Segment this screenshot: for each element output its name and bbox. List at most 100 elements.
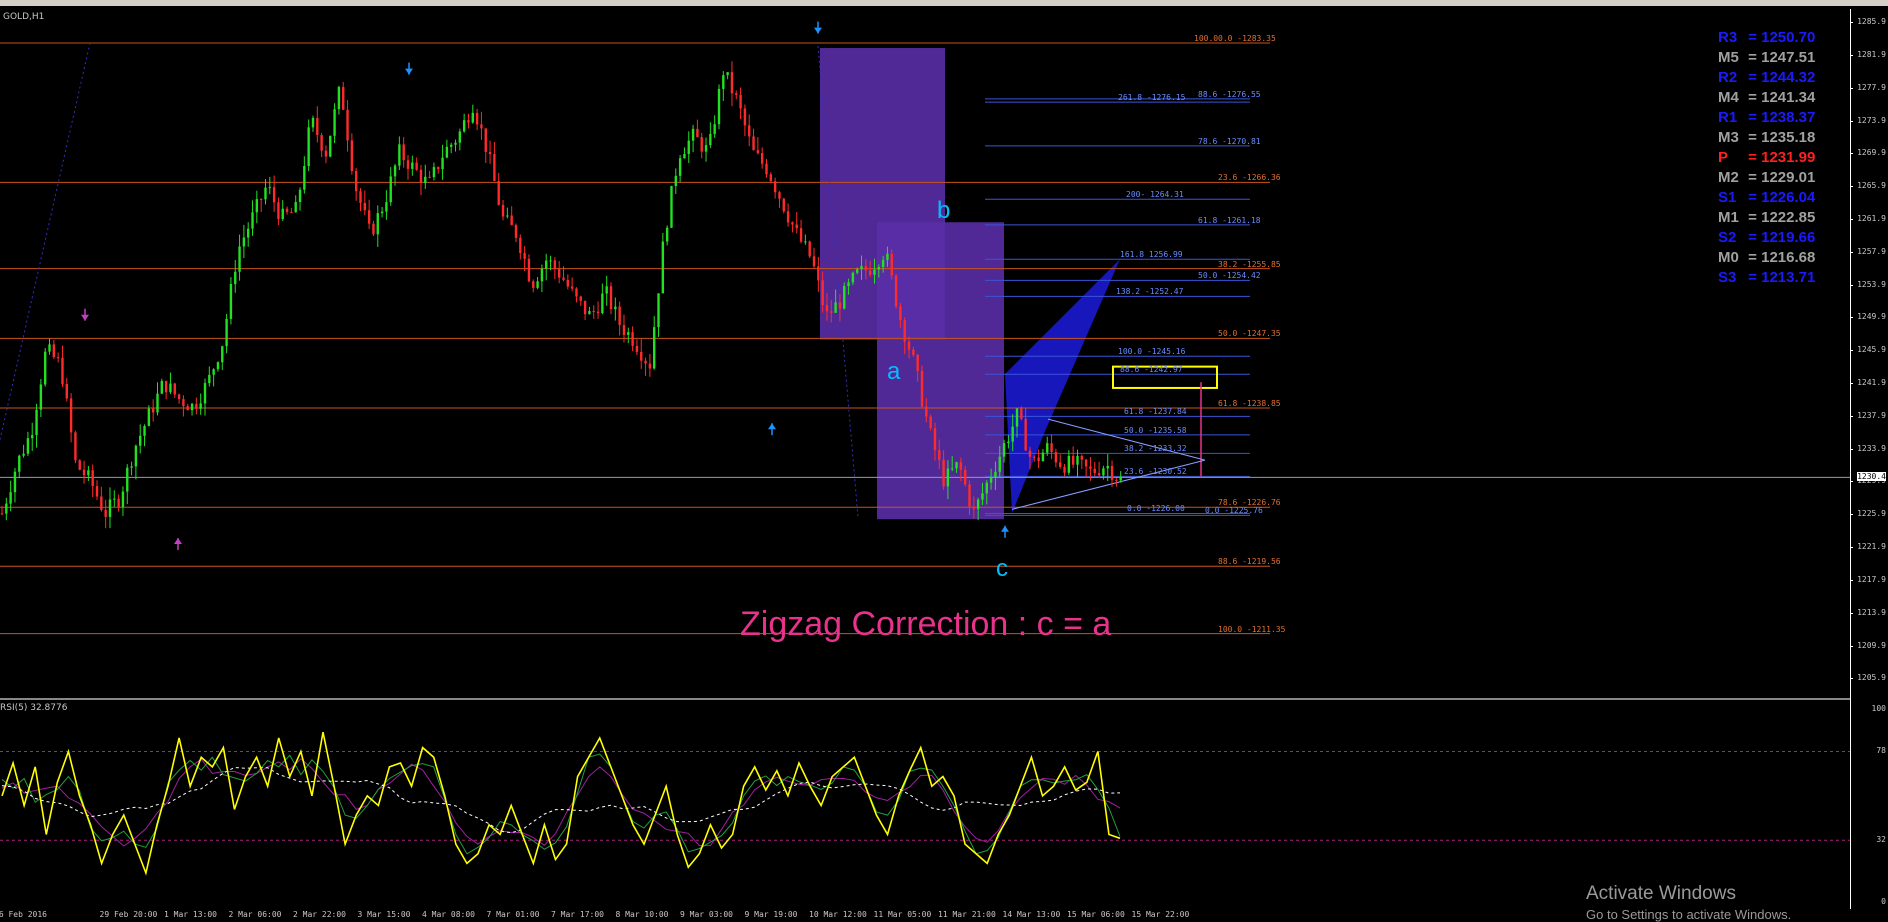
candle-body (246, 228, 250, 238)
price-tick-mark (1850, 350, 1853, 352)
rsi-label: RSI(5) 32.8776 (0, 703, 68, 713)
candle-body (354, 171, 358, 192)
pivot-level-name: M2 (1718, 169, 1739, 186)
candle-body (229, 284, 233, 319)
candle-body (989, 477, 993, 483)
candle-body (791, 222, 794, 225)
candle-body (320, 135, 323, 151)
candle-body (31, 435, 34, 439)
candle-body (1020, 408, 1023, 419)
price-tick-mark (1850, 383, 1853, 385)
candle-body (100, 496, 103, 510)
candle-body (605, 286, 608, 294)
rsi-tick-label: 78 (1876, 746, 1886, 756)
candle-body (0, 513, 4, 515)
candle-body (579, 296, 582, 301)
candle-body (739, 94, 742, 109)
candle-body (972, 506, 976, 509)
candle-body (601, 293, 604, 314)
pivot-equals: = (1744, 109, 1762, 126)
candle-body (1076, 455, 1079, 465)
candle-body (920, 370, 924, 407)
pivot-equals: = (1744, 169, 1762, 186)
candle-body (704, 145, 708, 152)
candle-body (311, 117, 315, 128)
candle-body (683, 153, 686, 159)
candle-body (907, 341, 911, 350)
candle-body (765, 163, 768, 175)
candle-body (817, 266, 820, 281)
price-tick-label: 1269.9 (1857, 148, 1886, 158)
fib-level-label: 50.0 -1254.42 (1198, 271, 1261, 281)
time-tick-label: 11 Mar 21:00 (938, 910, 996, 919)
candle-body (799, 228, 803, 242)
candle-body (497, 180, 500, 205)
candle-body (104, 509, 107, 517)
candle-body (1002, 443, 1006, 457)
fib-level-label: 23.6 -1230.52 (1124, 467, 1187, 477)
candle-body (1007, 441, 1010, 444)
candle-body (454, 142, 457, 145)
pivot-level-row: S3 = 1213.71 (1718, 268, 1828, 288)
candle-body (778, 192, 781, 199)
candle-body (873, 269, 876, 275)
candle-body (536, 281, 539, 288)
pivot-level-name: M0 (1718, 249, 1739, 266)
candle-body (1041, 452, 1045, 462)
candle-body (56, 357, 60, 359)
candle-body (411, 162, 414, 169)
candle-body (592, 311, 595, 313)
time-tick-label: 1 Mar 13:00 (164, 910, 217, 919)
candle-body (912, 349, 915, 355)
candle-body (678, 158, 682, 176)
candle-body (985, 482, 988, 494)
candle-body (929, 416, 932, 429)
candle-body (1110, 465, 1114, 480)
candle-body (1054, 452, 1058, 463)
candle-body (87, 470, 90, 476)
pivot-equals: = (1744, 269, 1762, 286)
candle-body (18, 455, 21, 472)
candle-body (588, 311, 591, 315)
candle-body (752, 136, 755, 151)
candle-body (1024, 418, 1027, 451)
price-tick-label: 1273.9 (1857, 115, 1886, 125)
candle-body (570, 286, 574, 289)
candle-body (221, 346, 224, 363)
candle-body (1119, 477, 1122, 481)
candle-body (925, 406, 928, 417)
price-tick-label: 1257.9 (1857, 246, 1886, 256)
price-tick-mark (1850, 120, 1853, 122)
pivot-equals: = (1744, 249, 1762, 266)
fib-level-label: 61.8 -1237.84 (1124, 407, 1187, 417)
candle-body (177, 394, 181, 400)
price-chart[interactable] (0, 9, 1850, 698)
price-tick-label: 1205.9 (1857, 673, 1886, 683)
candle-body (670, 185, 673, 228)
candle-body (640, 351, 643, 361)
candle-body (938, 450, 941, 460)
pivot-equals: = (1744, 229, 1762, 246)
rsi-smooth-line (1, 753, 1121, 855)
candle-body (843, 286, 846, 309)
candle-body (868, 270, 872, 275)
pivot-level-row: M2 = 1229.01 (1718, 168, 1828, 188)
candle-body (471, 112, 474, 123)
price-tick-mark (1850, 514, 1853, 516)
candle-body (190, 403, 194, 411)
candle-body (445, 146, 449, 158)
fib-level-label: 0.0 -1226.00 (1127, 504, 1185, 514)
candle-body (372, 223, 375, 235)
swing-arrow-icon (405, 68, 413, 75)
candle-body (894, 275, 898, 307)
candle-body (376, 213, 379, 235)
candle-body (1028, 450, 1032, 457)
harmonic-pattern (1005, 259, 1120, 514)
candle-body (713, 124, 716, 134)
time-tick-label: 29 Feb 20:00 (99, 910, 158, 919)
candle-body (130, 466, 133, 468)
rsi-chart[interactable] (0, 701, 1850, 910)
price-tick-mark (1850, 317, 1853, 319)
panel-divider[interactable] (0, 698, 1850, 700)
candle-body (329, 135, 332, 157)
